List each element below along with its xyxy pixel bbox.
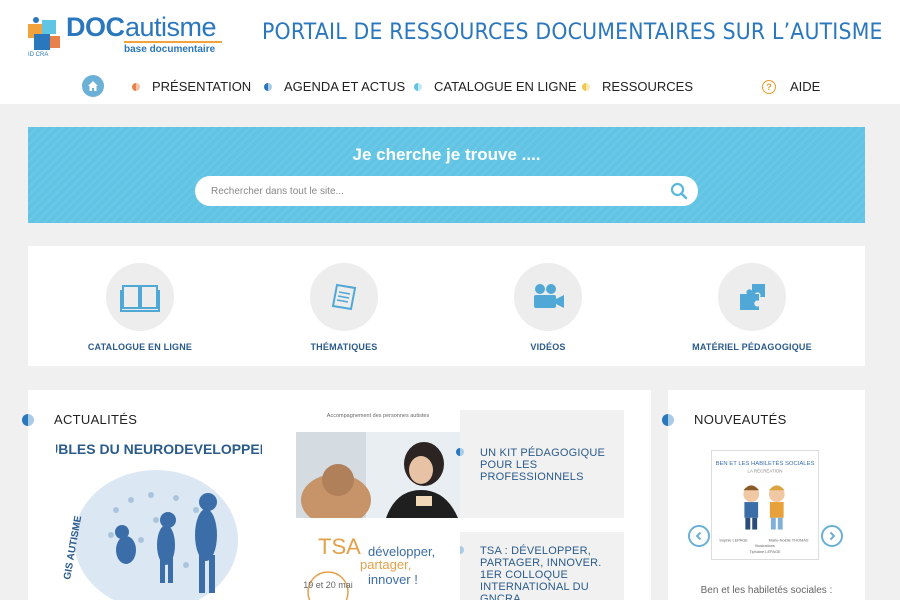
news-card[interactable]: TSA : DÉVELOPPER, PARTAGER, INNOVER. 1ER… [460,532,624,600]
tsa-line2-text: partager, [360,557,411,572]
nav-dot-icon [264,82,272,91]
video-camera-icon [534,284,564,308]
new-items-heading-label: NOUVEAUTÉS [694,412,787,427]
search-input[interactable] [211,176,651,206]
quick-link-circle [310,263,378,331]
tsa-line3-text: innover ! [368,572,418,587]
search-banner-title: Je cherche je trouve .... [352,145,541,164]
nav-item-agenda[interactable]: AGENDA ET ACTUS [264,79,405,94]
carousel-next-button[interactable] [821,525,843,547]
nav-item-label: CATALOGUE EN LIGNE [434,79,577,94]
logo-autisme-text: autisme [125,12,217,42]
professional-kit-image[interactable]: Accompagnement des personnes autistes [296,410,460,518]
search-icon[interactable] [670,182,688,200]
nav-item-label: PRÉSENTATION [152,79,252,94]
news-panel: ACTUALITÉS TROUBLES DU NEURODEVELOPPEMEN… [22,390,651,600]
news-card[interactable]: UN KIT PÉDAGOGIQUE POUR LES PROFESSIONNE… [456,410,624,518]
quick-link-circle [106,263,174,331]
search-bar [195,176,698,206]
site-logo[interactable]: DOC autisme base documentaire ID CRA [26,12,226,58]
site-title: PORTAIL DE RESSOURCES DOCUMENTAIRES SUR … [262,20,883,45]
news-card-title: UN KIT PÉDAGOGIQUE POUR LES PROFESSIONNE… [480,447,606,483]
home-button[interactable] [82,75,104,97]
nav-dot-icon [132,82,140,91]
search-banner: Je cherche je trouve .... [28,127,865,223]
chevron-left-icon [695,531,702,541]
section-dot-icon [662,413,674,426]
book-title-text: BEN ET LES HABILETÉS SOCIALES [716,460,815,467]
nav-item-label: AGENDA ET ACTUS [284,79,406,94]
new-items-heading: NOUVEAUTÉS [662,412,787,427]
quick-link-label: VIDÉOS [530,342,566,352]
nav-item-label: RESSOURCES [602,79,694,94]
document-icon [331,283,357,311]
carousel-prev-button[interactable] [688,525,710,547]
logo-cra-text: ID CRA [28,52,49,58]
nav-item-aide[interactable]: ? AIDE [762,79,820,94]
main-nav: PRÉSENTATION AGENDA ET ACTUS CATALOGUE E… [0,75,900,99]
tsa-date-text: 19 et 20 mai [303,580,353,590]
site-header: DOC autisme base documentaire ID CRA POR… [0,0,900,104]
section-dot-icon [22,413,34,426]
quick-links: CATALOGUE EN LIGNE THÉMATIQUES VIDÉOS MA… [28,246,865,366]
quick-link-videos[interactable]: VIDÉOS [448,263,648,352]
nav-item-catalogue[interactable]: CATALOGUE EN LIGNE [414,79,577,94]
quick-link-label: CATALOGUE EN LIGNE [87,342,193,352]
poster-title-text: TROUBLES DU NEURODEVELOPPEMENT [56,441,262,457]
chevron-right-icon [829,531,836,541]
book-illustrator-name: Tiphaine LEPAGE [749,549,781,554]
nav-dot-icon [582,82,590,91]
logo-doc-text: DOC [66,12,125,42]
quick-link-label: THÉMATIQUES [310,342,378,352]
quick-link-catalogue[interactable]: CATALOGUE EN LIGNE [40,263,240,352]
book-illustrator-label: Illustrations [755,543,775,548]
book-author1-text: Sophie LEPAGE [719,537,748,542]
nav-dot-icon [414,82,422,91]
home-icon [88,81,98,91]
book-caption[interactable]: Ben et les habiletés sociales : [668,585,865,596]
book-icon [120,285,160,312]
nav-item-label: AIDE [790,79,821,94]
nav-item-ressources[interactable]: RESSOURCES [582,79,693,94]
nav-item-presentation[interactable]: PRÉSENTATION [132,79,251,94]
puzzle-icon [740,284,765,310]
quick-link-materiel[interactable]: MATÉRIEL PÉDAGOGIQUE [652,263,852,352]
quick-link-thematiques[interactable]: THÉMATIQUES [244,263,444,352]
logo-subtitle: base documentaire [124,41,222,55]
quick-link-circle [514,263,582,331]
kit-image-caption: Accompagnement des personnes autistes [327,413,430,419]
tsa-title-text: TSA [318,534,361,559]
news-card-title: TSA : DÉVELOPPER, PARTAGER, INNOVER. 1ER… [480,545,602,600]
quick-link-label: MATÉRIEL PÉDAGOGIQUE [692,342,812,352]
help-icon: ? [762,79,776,94]
book-author2-text: Marie-Noëlle THOMAS [769,537,809,542]
book-cover-image[interactable]: BEN ET LES HABILETÉS SOCIALES LA RÉCRÉAT… [711,450,819,560]
logo-cube-icon [28,17,60,50]
quick-link-circle [718,263,786,331]
card-dot-icon [460,546,464,554]
tsa-colloque-image[interactable]: TSA développer, partager, innover ! 19 e… [296,530,460,600]
neurodevelopment-poster-image[interactable]: TROUBLES DU NEURODEVELOPPEMENT GIS AUTIS… [56,440,262,600]
new-items-panel: NOUVEAUTÉS BEN ET LES HABILETÉS SOCIALES… [662,390,865,600]
news-heading: ACTUALITÉS [22,412,137,427]
news-heading-label: ACTUALITÉS [54,412,138,427]
book-subtitle-text: LA RÉCRÉATION [748,468,783,474]
card-dot-icon [456,448,464,456]
